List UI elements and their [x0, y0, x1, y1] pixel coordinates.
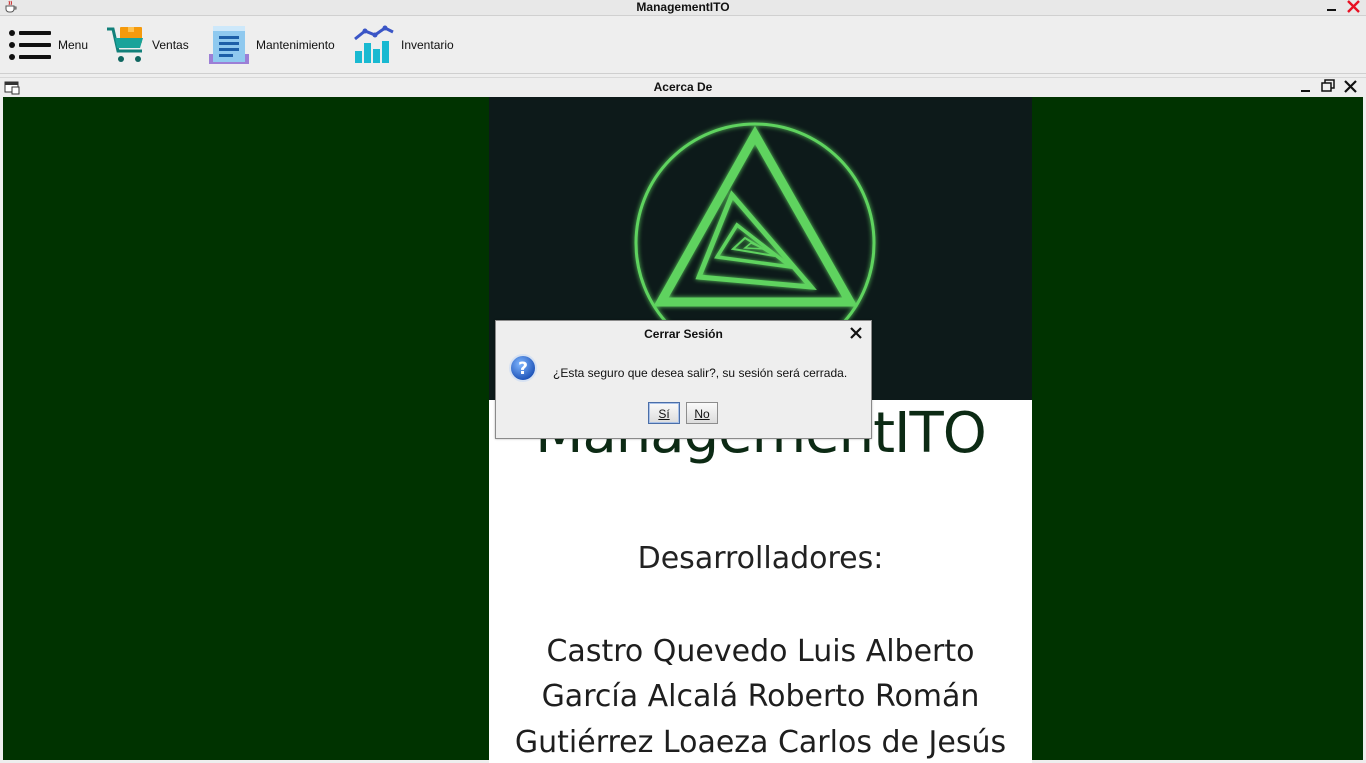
question-icon: ? [509, 354, 537, 382]
yes-button[interactable]: Sí [648, 402, 680, 424]
main-toolbar: Menu Ventas Mantenimiento Inventario [0, 16, 1366, 74]
developer-name: Gutiérrez Loaeza Carlos de Jesús [514, 725, 1007, 760]
svg-text:?: ? [518, 359, 528, 379]
close-icon[interactable] [849, 326, 863, 340]
internal-frame-title: Acerca De [653, 80, 713, 94]
toolbar-menu-label: Menu [58, 37, 89, 52]
app-title-bar: ManagementITO [0, 0, 1366, 16]
developers-heading: Desarrolladores: [637, 541, 884, 576]
hamburger-menu-icon [9, 29, 51, 60]
close-icon[interactable] [1343, 79, 1358, 94]
toolbar-inventario-button[interactable]: Inventario [353, 16, 454, 73]
dialog-message: ¿Esta seguro que desea salir?, su sesión… [553, 366, 848, 380]
minimize-icon[interactable] [1326, 2, 1337, 13]
close-icon[interactable] [1346, 0, 1361, 14]
toolbar-inventario-label: Inventario [401, 37, 454, 52]
app-title: ManagementITO [636, 0, 730, 14]
maximize-icon[interactable] [1321, 79, 1335, 93]
toolbar-menu-button[interactable]: Menu [8, 16, 88, 73]
toolbar-ventas-label: Ventas [152, 37, 189, 52]
toolbar-mantenimiento-label: Mantenimiento [256, 37, 335, 52]
no-button-label: No [694, 407, 710, 421]
dialog-title: Cerrar Sesión [644, 327, 723, 341]
toolbar-mantenimiento-button[interactable]: Mantenimiento [208, 16, 335, 73]
document-list-icon [209, 25, 249, 64]
bar-chart-icon [354, 25, 394, 63]
yes-button-label: Sí [658, 407, 670, 421]
internal-frame-title-bar: Acerca De [0, 77, 1366, 97]
developer-name: García Alcalá Roberto Román [541, 679, 980, 714]
developer-name: Castro Quevedo Luis Alberto [546, 634, 975, 669]
shopping-cart-icon [107, 26, 143, 62]
minimize-icon[interactable] [1300, 82, 1312, 94]
toolbar-ventas-button[interactable]: Ventas [106, 16, 189, 73]
no-button[interactable]: No [686, 402, 718, 424]
logout-confirm-dialog: Cerrar Sesión ? ¿Esta seguro que desea s… [495, 320, 872, 439]
